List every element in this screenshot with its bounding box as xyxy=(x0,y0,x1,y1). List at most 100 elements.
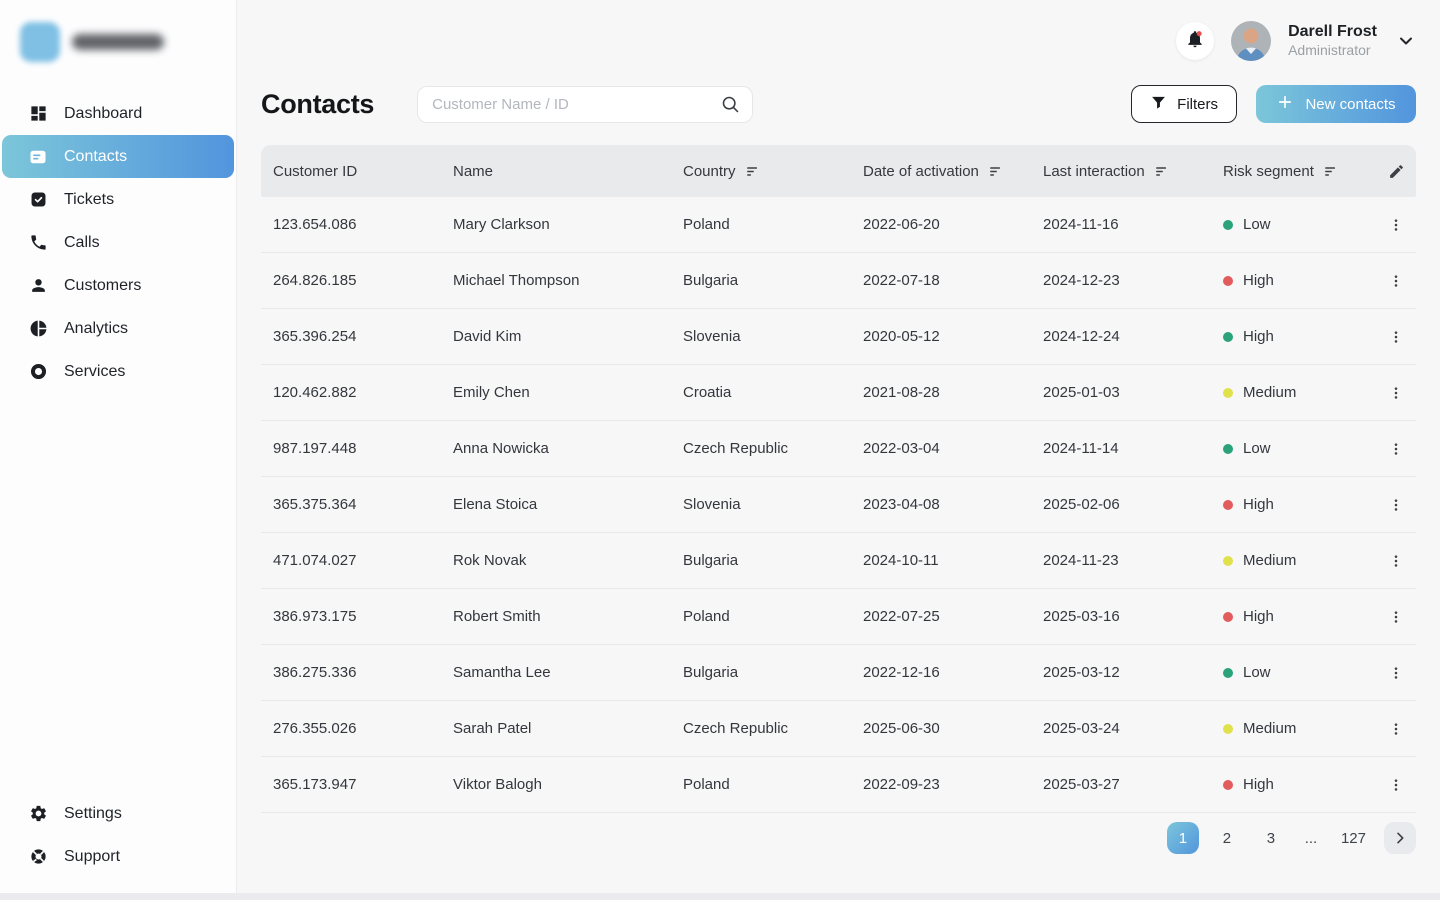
cell-last-interaction: 2024-12-23 xyxy=(1043,272,1223,289)
risk-dot xyxy=(1223,780,1233,790)
cell-country: Croatia xyxy=(683,384,863,401)
column-header-last-interaction[interactable]: Last interaction xyxy=(1043,163,1223,180)
risk-label: Low xyxy=(1243,440,1271,457)
pagination-page-2[interactable]: 2 xyxy=(1211,822,1243,854)
cell-last-interaction: 2024-11-16 xyxy=(1043,216,1223,233)
table-row: 365.375.364Elena StoicaSlovenia2023-04-0… xyxy=(261,477,1416,533)
cell-risk-segment: Medium xyxy=(1223,384,1376,401)
pagination-next-button[interactable] xyxy=(1384,822,1416,854)
cell-country: Slovenia xyxy=(683,496,863,513)
sidebar-item-label: Analytics xyxy=(64,320,128,338)
sidebar-item-label: Services xyxy=(64,363,125,381)
pagination-page-1[interactable]: 1 xyxy=(1167,822,1199,854)
sidebar-item-contacts[interactable]: Contacts xyxy=(2,135,234,178)
row-menu-button[interactable] xyxy=(1383,660,1409,686)
contacts-table: Customer IDNameCountryDate of activation… xyxy=(261,145,1416,813)
gear-icon xyxy=(27,803,49,825)
sort-icon[interactable] xyxy=(1323,163,1340,180)
page-header: Contacts Filters New contacts xyxy=(261,82,1416,126)
sidebar-item-label: Customers xyxy=(64,277,141,295)
row-menu-button[interactable] xyxy=(1383,380,1409,406)
cell-customer-id: 471.074.027 xyxy=(273,552,453,569)
row-menu-button[interactable] xyxy=(1383,492,1409,518)
row-menu-button[interactable] xyxy=(1383,716,1409,742)
filters-button[interactable]: Filters xyxy=(1131,85,1237,123)
user-role: Administrator xyxy=(1288,42,1377,60)
row-menu-button[interactable] xyxy=(1383,212,1409,238)
risk-label: High xyxy=(1243,776,1274,793)
row-menu-button[interactable] xyxy=(1383,268,1409,294)
cell-country: Bulgaria xyxy=(683,552,863,569)
cell-activation-date: 2022-03-04 xyxy=(863,440,1043,457)
column-header-risk-segment[interactable]: Risk segment xyxy=(1223,163,1376,180)
avatar[interactable] xyxy=(1231,21,1271,61)
sidebar-item-services[interactable]: Services xyxy=(2,350,234,393)
cell-last-interaction: 2024-12-24 xyxy=(1043,328,1223,345)
app-logo xyxy=(0,18,236,66)
sidebar-item-label: Contacts xyxy=(64,148,127,166)
cell-risk-segment: High xyxy=(1223,496,1376,513)
cell-name: Viktor Balogh xyxy=(453,776,683,793)
row-menu-button[interactable] xyxy=(1383,324,1409,350)
pie-chart-icon xyxy=(27,318,49,340)
cell-name: Elena Stoica xyxy=(453,496,683,513)
cell-actions xyxy=(1376,436,1416,462)
search-icon xyxy=(720,94,741,120)
column-label: Customer ID xyxy=(273,163,357,180)
risk-label: Medium xyxy=(1243,552,1296,569)
column-header-edit[interactable] xyxy=(1376,163,1416,180)
sidebar-item-analytics[interactable]: Analytics xyxy=(2,307,234,350)
risk-label: High xyxy=(1243,496,1274,513)
table-row: 386.275.336Samantha LeeBulgaria2022-12-1… xyxy=(261,645,1416,701)
column-label: Country xyxy=(683,163,736,180)
person-icon xyxy=(27,275,49,297)
cell-activation-date: 2022-09-23 xyxy=(863,776,1043,793)
risk-dot xyxy=(1223,220,1233,230)
column-header-date-of-activation[interactable]: Date of activation xyxy=(863,163,1043,180)
pagination-page-3[interactable]: 3 xyxy=(1255,822,1287,854)
cell-country: Poland xyxy=(683,608,863,625)
risk-dot xyxy=(1223,500,1233,510)
row-menu-button[interactable] xyxy=(1383,772,1409,798)
sidebar-item-support[interactable]: Support xyxy=(2,835,234,878)
row-menu-button[interactable] xyxy=(1383,548,1409,574)
sidebar-footer-nav: Settings Support xyxy=(0,792,236,890)
chevron-down-icon[interactable] xyxy=(1396,31,1416,51)
risk-dot xyxy=(1223,612,1233,622)
row-menu-button[interactable] xyxy=(1383,436,1409,462)
sidebar-item-settings[interactable]: Settings xyxy=(2,792,234,835)
notifications-button[interactable] xyxy=(1176,22,1214,60)
sidebar-item-customers[interactable]: Customers xyxy=(2,264,234,307)
cell-activation-date: 2021-08-28 xyxy=(863,384,1043,401)
cell-actions xyxy=(1376,660,1416,686)
cell-risk-segment: High xyxy=(1223,608,1376,625)
profile-info: Darell Frost Administrator xyxy=(1288,22,1377,60)
sidebar-item-calls[interactable]: Calls xyxy=(2,221,234,264)
pagination-page-127[interactable]: 127 xyxy=(1335,822,1372,854)
cell-country: Czech Republic xyxy=(683,440,863,457)
cell-activation-date: 2023-04-08 xyxy=(863,496,1043,513)
sort-icon[interactable] xyxy=(988,163,1005,180)
row-menu-button[interactable] xyxy=(1383,604,1409,630)
cell-risk-segment: High xyxy=(1223,272,1376,289)
cell-last-interaction: 2024-11-23 xyxy=(1043,552,1223,569)
bottom-edge xyxy=(0,893,1440,900)
column-label: Last interaction xyxy=(1043,163,1145,180)
cell-risk-segment: High xyxy=(1223,776,1376,793)
cell-actions xyxy=(1376,548,1416,574)
sidebar-item-tickets[interactable]: Tickets xyxy=(2,178,234,221)
risk-dot xyxy=(1223,668,1233,678)
search-input[interactable] xyxy=(417,86,753,123)
risk-label: Low xyxy=(1243,216,1271,233)
table-row: 365.396.254David KimSlovenia2020-05-1220… xyxy=(261,309,1416,365)
sidebar-item-dashboard[interactable]: Dashboard xyxy=(2,92,234,135)
sort-icon[interactable] xyxy=(745,163,762,180)
column-header-country[interactable]: Country xyxy=(683,163,863,180)
sidebar-item-label: Support xyxy=(64,848,120,866)
new-contacts-button[interactable]: New contacts xyxy=(1256,85,1416,123)
table-header: Customer IDNameCountryDate of activation… xyxy=(261,145,1416,197)
cell-last-interaction: 2025-03-16 xyxy=(1043,608,1223,625)
ring-icon xyxy=(27,361,49,383)
sort-icon[interactable] xyxy=(1154,163,1171,180)
cell-customer-id: 120.462.882 xyxy=(273,384,453,401)
